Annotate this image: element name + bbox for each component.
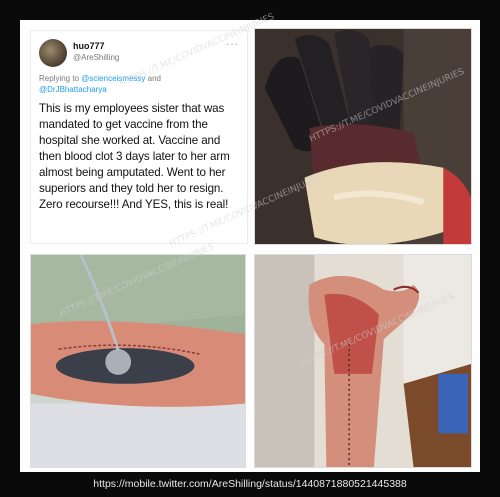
avatar[interactable] <box>39 39 67 67</box>
mention-link[interactable]: @scienceismessy <box>81 74 145 83</box>
tweet-card[interactable]: huo777 @AreShilling ··· Replying to @sci… <box>30 30 248 244</box>
photo-arm-surgery <box>254 254 472 468</box>
tweet-author: huo777 @AreShilling <box>73 39 220 63</box>
display-name[interactable]: huo777 <box>73 41 220 52</box>
replying-prefix: Replying to <box>39 74 80 83</box>
more-options-icon[interactable]: ··· <box>226 39 239 50</box>
mention-link[interactable]: @DrJBhattacharya <box>39 85 107 94</box>
tweet-header: huo777 @AreShilling ··· <box>39 39 239 67</box>
replying-to: Replying to @scienceismessy and @DrJBhat… <box>39 73 239 95</box>
source-url[interactable]: https://mobile.twitter.com/AreShilling/s… <box>0 478 500 490</box>
photo-hand <box>254 28 472 245</box>
user-handle[interactable]: @AreShilling <box>73 52 220 63</box>
photo-arm-wound <box>30 254 246 468</box>
replying-and: and <box>147 74 161 83</box>
tweet-text: This is my employees sister that was man… <box>39 102 230 211</box>
